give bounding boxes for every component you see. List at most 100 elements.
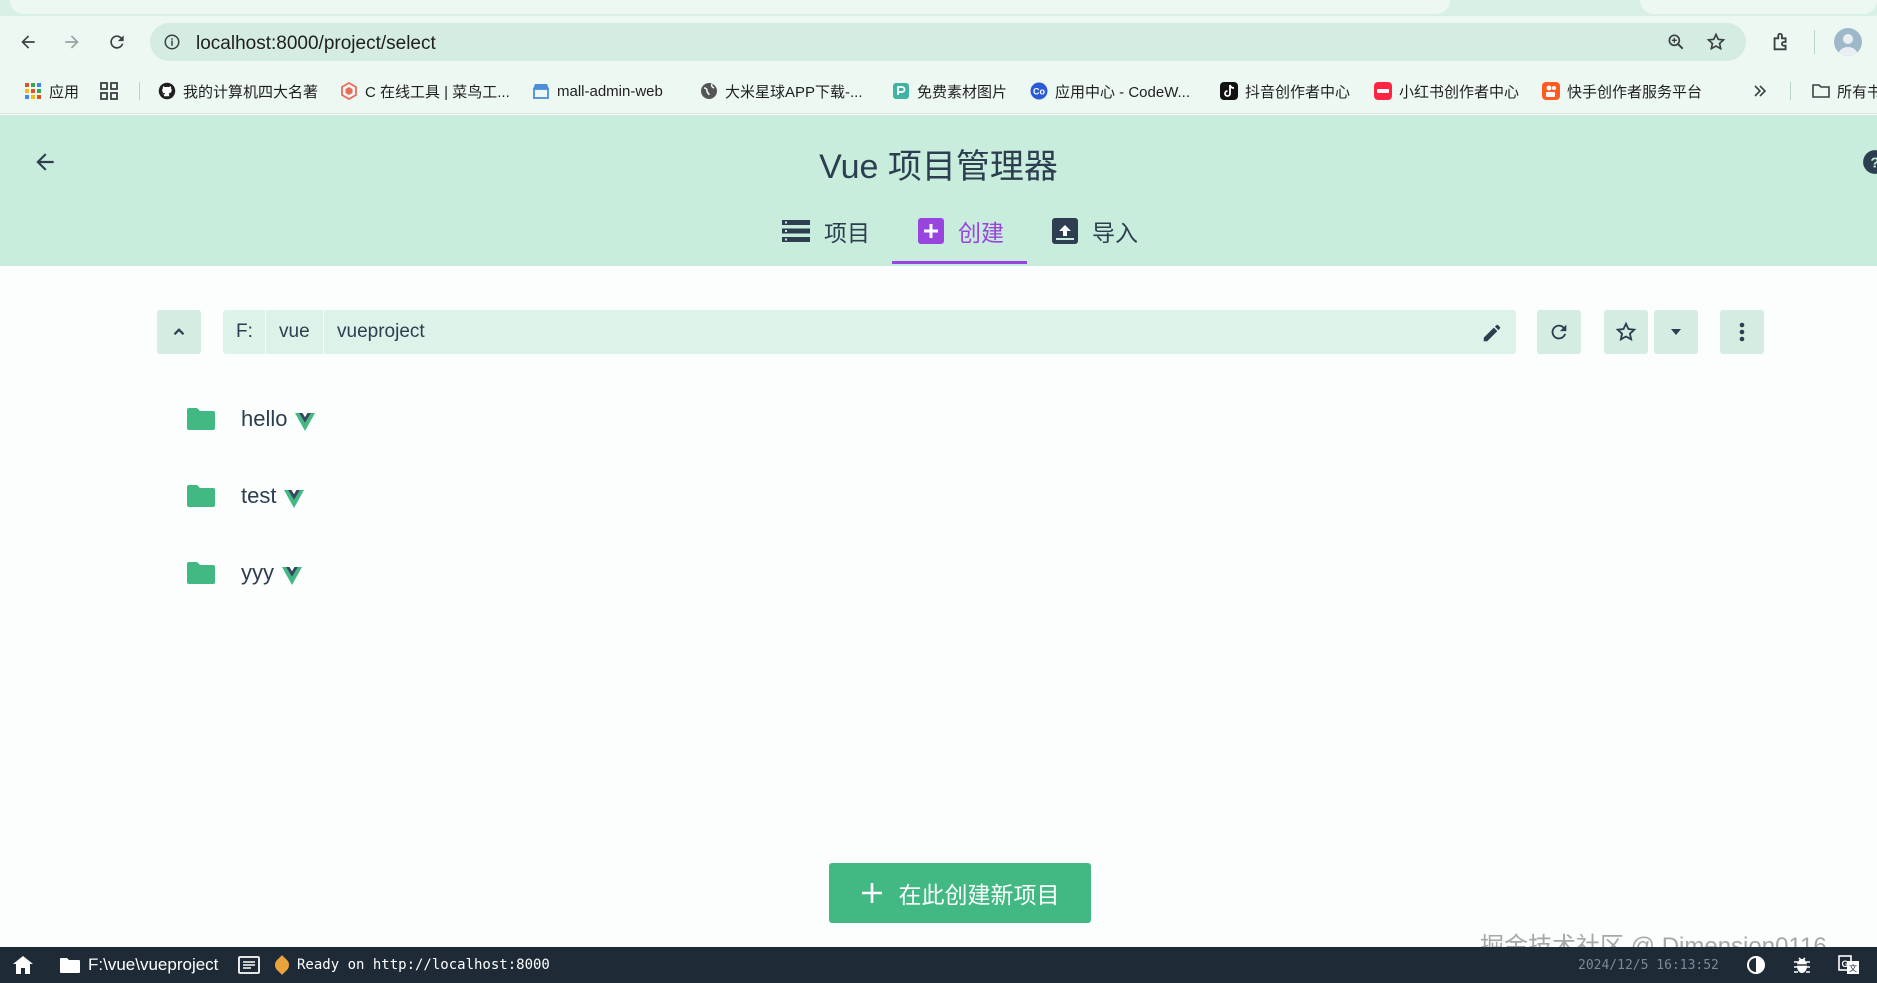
favorite-button[interactable] [1604,310,1648,354]
bookmark-item[interactable]: mall-admin-web [532,80,663,102]
path-segment[interactable]: vueproject [337,310,425,354]
avatar-icon [1838,34,1858,56]
log-text: Ready on http://localhost:8000 [297,957,550,973]
folder-name: hello [241,406,288,431]
path-segment[interactable]: vue [279,310,310,354]
tab-label: 项目 [824,220,870,246]
list-icon [782,220,810,242]
reload-button[interactable] [103,28,131,56]
bookmark-item[interactable]: 免费素材图片 [892,80,1007,102]
plus-icon [861,883,882,903]
globe-icon [701,83,717,99]
chevron-double-right-icon[interactable] [1752,83,1768,99]
bookmark-label: 抖音创作者中心 [1245,83,1351,101]
extensions-icon[interactable] [1770,31,1792,53]
github-icon [158,82,176,100]
back-button[interactable] [14,28,42,56]
create-project-here-button[interactable]: 在此创建新项目 [829,863,1091,923]
path-separator [265,310,266,354]
path-breadcrumb: F: vue vueproject [223,310,1516,354]
toolbar-divider [1814,30,1815,54]
tab-groups-icon[interactable] [100,82,118,100]
more-options-button[interactable] [1720,310,1764,354]
kuaishou-icon [1542,82,1560,100]
bookmark-label: mall-admin-web [557,82,663,100]
folder-icon [60,958,80,973]
translate-icon[interactable]: G文 [1838,955,1860,975]
log-message[interactable]: Ready on http://localhost:8000 [272,947,550,983]
path-segment[interactable]: F: [236,310,253,354]
page-title: Vue 项目管理器 [819,148,1058,186]
folder-item[interactable]: hello [187,399,316,439]
refresh-icon [1551,324,1567,340]
vue-logo-icon [284,490,305,508]
bookmark-item[interactable]: 大米星球APP下载-... [700,80,863,102]
browser-tab[interactable] [1640,0,1877,14]
favorites-dropdown-button[interactable] [1654,310,1698,354]
browser-tab[interactable] [10,0,1450,14]
bookmarks-bar: 应用 我的计算机四大名著 C 在线工具 | 菜鸟工... mall-admin-… [0,68,1877,114]
reload-icon [110,35,124,49]
tab-label: 创建 [958,220,1004,246]
caret-down-icon [1671,329,1681,335]
folder-icon [187,562,215,584]
unarchive-icon [1052,218,1078,244]
bookmark-apps[interactable]: 应用 [24,80,79,102]
refresh-button[interactable] [1537,310,1581,354]
status-bar: F:\vue\vueproject Ready on http://localh… [0,947,1877,983]
bookmark-label: 应用中心 - CodeW... [1055,83,1191,101]
bookmark-item[interactable]: 抖音创作者中心 [1220,80,1350,102]
bookmark-item[interactable]: Co 应用中心 - CodeW... [1030,80,1190,102]
bookmark-item[interactable]: C 在线工具 | 菜鸟工... [340,80,510,102]
home-icon[interactable] [13,956,33,974]
dark-mode-icon[interactable] [1746,955,1766,975]
console-icon[interactable] [238,956,260,974]
vue-logo-icon [295,413,316,431]
bookmark-item[interactable]: 我的计算机四大名著 [158,80,318,102]
bookmark-label: 小红书创作者中心 [1399,83,1520,101]
folder-outline-icon [1812,84,1830,98]
apps-grid-icon [25,83,41,99]
current-folder-path: F:\vue\vueproject [88,955,219,974]
edit-path-icon[interactable] [1481,322,1503,344]
tab-label: 导入 [1092,220,1138,246]
add-box-icon [918,218,944,244]
more-vert-icon [1739,322,1745,342]
bookmark-label: 免费素材图片 [917,83,1008,101]
arrow-right-icon [65,35,79,49]
bookmark-star-icon[interactable] [1706,32,1726,52]
bookmark-item[interactable]: 小红书创作者中心 [1374,80,1519,102]
go-parent-button[interactable] [157,310,201,354]
douyin-icon [1220,82,1238,100]
folder-item[interactable]: yyy [187,553,302,593]
create-button-label: 在此创建新项目 [898,882,1060,908]
help-icon[interactable]: ? [1862,149,1877,175]
tab-projects[interactable]: 项目 [782,213,870,249]
folder-name: yyy [241,560,274,585]
site-info-icon[interactable] [163,33,181,51]
folder-name: test [241,483,277,508]
svg-text:文: 文 [1849,963,1857,973]
log-timestamp: 2024/12/5 16:13:52 [1578,957,1719,973]
bookmark-item[interactable]: 快手创作者服务平台 [1542,80,1702,102]
path-separator [323,310,324,354]
zoom-icon[interactable] [1666,32,1686,52]
all-bookmarks-label: 所有书 [1837,83,1877,101]
tab-create[interactable]: 创建 [918,213,1004,249]
tab-import[interactable]: 导入 [1052,213,1138,249]
folder-item[interactable]: test [187,476,305,516]
folder-icon [187,485,215,507]
all-bookmarks[interactable]: 所有书 [1812,80,1877,102]
profile-avatar[interactable] [1834,28,1862,56]
bookmarks-divider [1790,82,1791,100]
bookmark-label: 大米星球APP下载-... [725,83,863,101]
bookmark-label: 快手创作者服务平台 [1567,83,1703,101]
address-bar[interactable]: localhost:8000/project/select [150,23,1746,61]
bug-report-icon[interactable] [1792,955,1812,975]
forward-button[interactable] [58,28,86,56]
url-text[interactable]: localhost:8000/project/select [196,33,436,55]
bookmarks-divider [139,82,140,100]
current-folder[interactable]: F:\vue\vueproject [60,947,218,983]
runoob-icon [341,82,357,100]
arrow-left-icon [21,35,35,49]
